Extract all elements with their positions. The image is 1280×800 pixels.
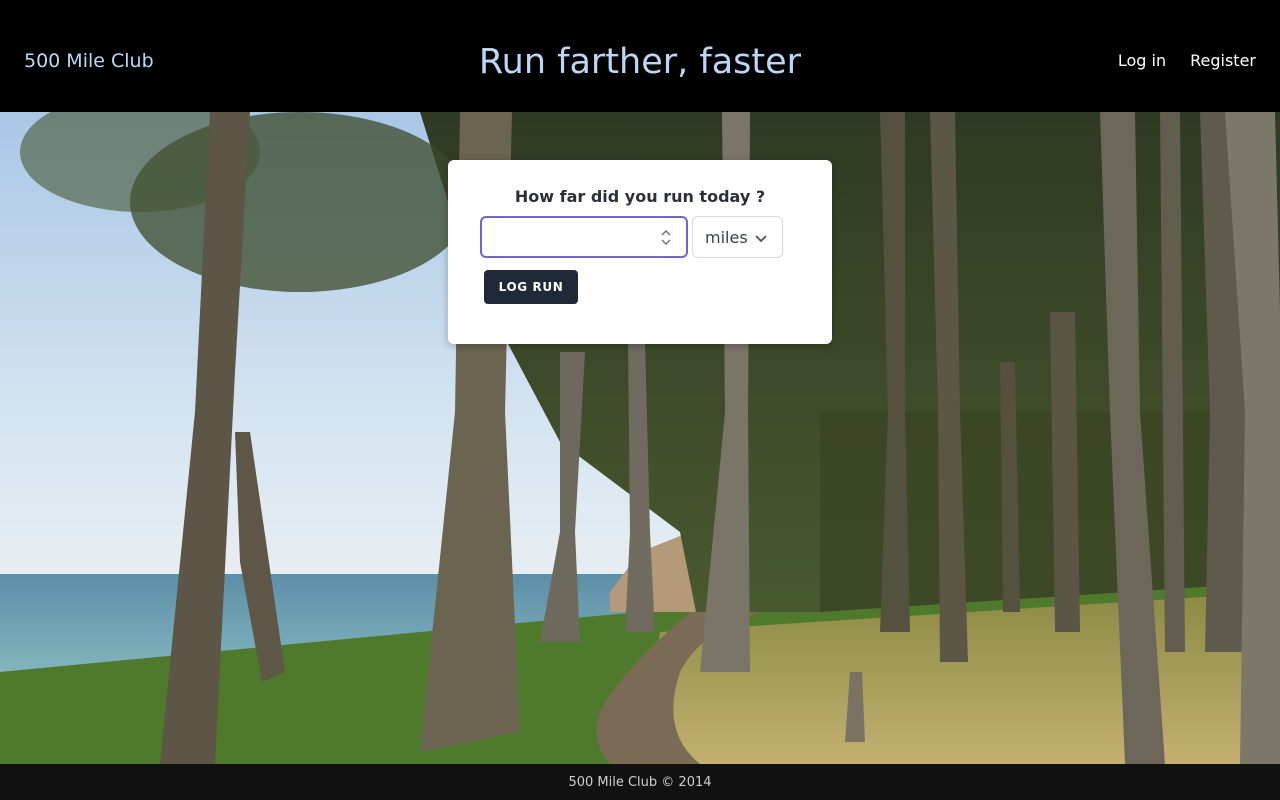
site-footer: 500 Mile Club © 2014	[0, 764, 1280, 800]
unit-select-value: miles	[705, 227, 748, 247]
page-title: Run farther, faster	[478, 42, 802, 82]
log-run-button[interactable]: LOG RUN	[484, 270, 578, 304]
unit-select[interactable]: miles	[692, 216, 783, 258]
chevron-down-icon	[755, 235, 767, 243]
log-run-card: How far did you run today ? miles LOG RU…	[448, 160, 832, 344]
register-link[interactable]: Register	[1190, 48, 1256, 74]
login-link[interactable]: Log in	[1118, 48, 1166, 74]
distance-input[interactable]	[480, 216, 688, 258]
top-nav: Log in Register	[1118, 48, 1256, 74]
site-header: 500 Mile Club Run farther, faster Log in…	[0, 0, 1280, 112]
run-question: How far did you run today ?	[514, 187, 766, 206]
footer-text: 500 Mile Club © 2014	[568, 774, 712, 790]
number-spinner-icon[interactable]	[659, 227, 673, 247]
